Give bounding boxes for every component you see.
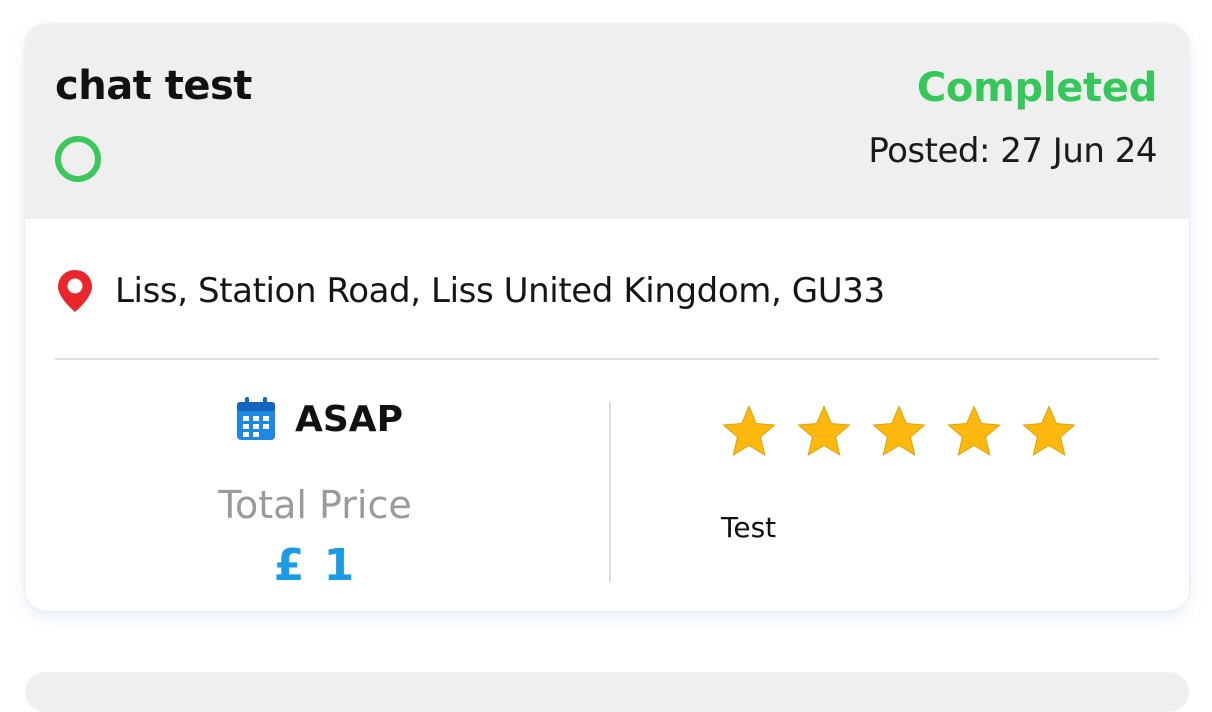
schedule-row: ASAP [235,394,403,444]
vertical-divider [609,402,611,582]
total-price-label: Total Price [218,483,412,527]
location-row: Liss, Station Road, Liss United Kingdom,… [55,267,885,315]
job-card[interactable]: chat test Completed Posted: 27 Jun 24 Li… [25,24,1189,611]
map-pin-icon [55,268,95,314]
status-ring-icon [55,136,101,182]
star-icon [794,402,854,462]
job-card-header: chat test Completed Posted: 27 Jun 24 [25,24,1189,219]
next-job-card[interactable] [25,672,1189,712]
star-icon [1019,402,1079,462]
divider [55,358,1159,360]
schedule-text: ASAP [295,398,404,440]
job-title: chat test [55,63,252,109]
calendar-icon [235,396,277,442]
status-badge: Completed [916,65,1157,111]
location-text: Liss, Station Road, Liss United Kingdom,… [115,271,885,311]
rating-stars [719,402,1094,462]
star-icon [719,402,779,462]
review-text: Test [721,511,777,544]
star-icon [944,402,1004,462]
star-icon [869,402,929,462]
total-price-value: £ 1 [273,540,357,591]
posted-date: Posted: 27 Jun 24 [868,131,1157,171]
